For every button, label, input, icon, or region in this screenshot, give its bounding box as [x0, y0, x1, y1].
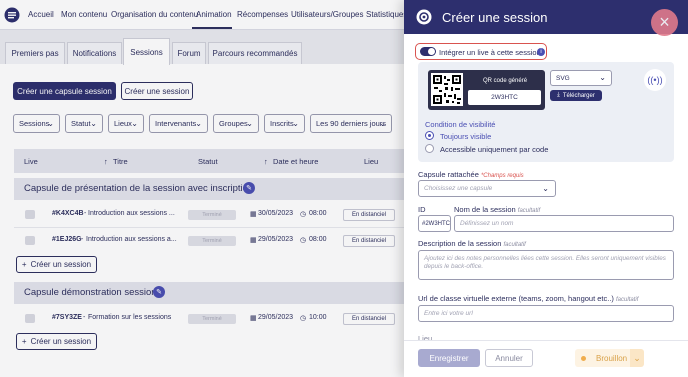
close-icon[interactable]: ×	[651, 9, 678, 36]
overlay-dim[interactable]	[0, 0, 404, 377]
qr-code-icon	[431, 73, 463, 106]
optional-note: facultatif	[616, 297, 639, 303]
status-select[interactable]: Brouillon	[575, 349, 630, 367]
chevron-down-icon: ⌄	[542, 184, 549, 193]
id-field: #2W3HTC	[418, 215, 451, 232]
format-select-value: SVG	[556, 74, 570, 82]
radio-always-visible-label[interactable]: Toujours visible	[440, 132, 491, 141]
live-toggle[interactable]	[420, 47, 436, 56]
capsule-label-text: Capsule rattachée	[418, 170, 479, 179]
status-dot-icon	[581, 355, 586, 361]
qr-code-value: 2W3HTC	[468, 90, 541, 105]
qr-label: QR code généré	[483, 78, 528, 84]
url-label: Url de classe virtuelle externe (teams, …	[418, 294, 638, 303]
radio-code-only[interactable]	[425, 144, 434, 153]
download-icon: ⤓	[557, 92, 560, 98]
cancel-button[interactable]: Annuler	[485, 349, 533, 367]
name-label-text: Nom de la session	[454, 205, 516, 214]
required-note: *Champs requis	[480, 173, 524, 179]
info-icon[interactable]: i	[537, 48, 545, 56]
session-name-input[interactable]: Définissez un nom	[454, 215, 674, 232]
desc-label: Description de la session facultatif	[418, 239, 526, 248]
visibility-title: Condition de visibilité	[425, 120, 496, 129]
panel-title: Créer une session	[442, 10, 548, 25]
optional-note: facultatif	[503, 242, 526, 248]
virtual-class-url-input[interactable]: Entre ici votre url	[418, 305, 674, 322]
radio-code-only-label[interactable]: Accessible uniquement par code	[440, 145, 548, 154]
download-button[interactable]: ⤓ Télécharger	[550, 90, 602, 101]
chevron-down-icon[interactable]: ⌄	[630, 349, 644, 367]
optional-note: facultatif	[517, 208, 541, 214]
capsule-select[interactable]: Choisissez une capsule ⌄	[418, 180, 556, 197]
format-select[interactable]: SVG ⌄	[550, 70, 612, 86]
broadcast-icon: ((•))	[644, 69, 666, 91]
id-label: ID	[418, 205, 426, 214]
gear-icon	[416, 9, 432, 25]
live-toggle-label: Intégrer un live à cette session	[439, 48, 541, 57]
capsule-label: Capsule rattachée *Champs requis	[418, 170, 524, 179]
capsule-select-placeholder: Choisissez une capsule	[424, 185, 493, 192]
url-label-text: Url de classe virtuelle externe (teams, …	[418, 294, 614, 303]
download-label: Télécharger	[562, 92, 595, 99]
chevron-down-icon: ⌄	[599, 73, 606, 82]
desc-label-text: Description de la session	[418, 239, 502, 248]
status-label: Brouillon	[596, 353, 628, 363]
name-label: Nom de la session facultatif	[454, 205, 540, 214]
session-description-textarea[interactable]: Ajoutez ici des notes personnelles liées…	[418, 250, 674, 280]
save-button[interactable]: Enregistrer	[418, 349, 480, 367]
radio-always-visible[interactable]	[425, 131, 434, 140]
